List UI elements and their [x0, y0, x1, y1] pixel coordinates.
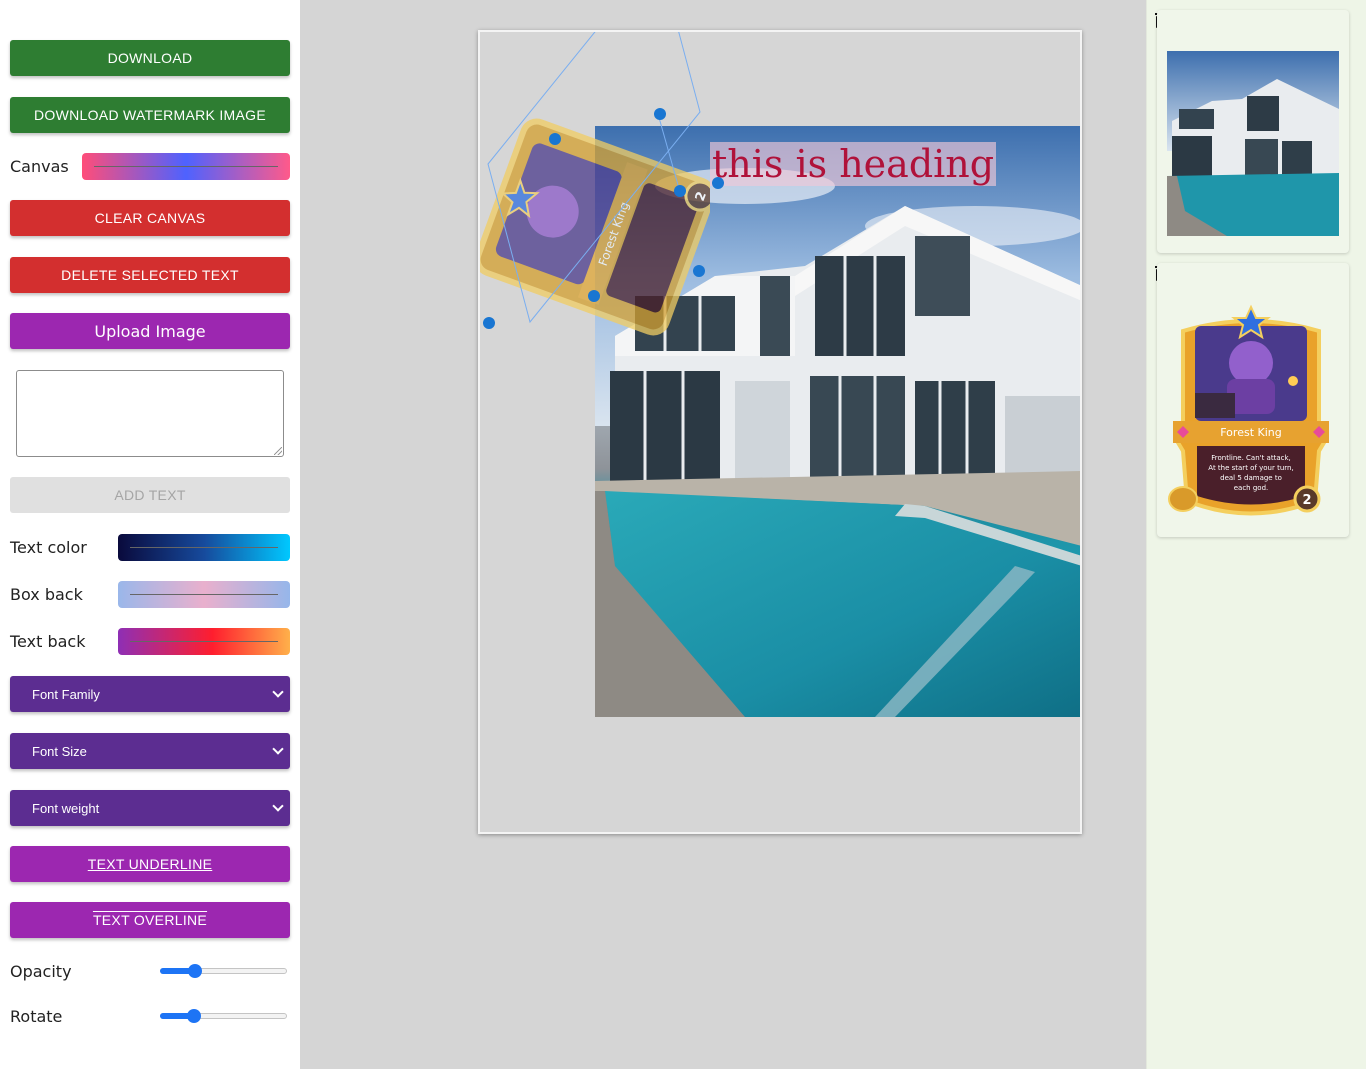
- library-item-house[interactable]: [1157, 10, 1349, 253]
- text-color-picker[interactable]: [118, 534, 290, 561]
- rotate-slider-thumb[interactable]: [187, 1009, 202, 1023]
- card-image-object[interactable]: Forest King 2: [480, 112, 716, 342]
- design-canvas[interactable]: this is heading Forest King 2: [478, 30, 1082, 834]
- text-underline-button[interactable]: TEXT UNDERLINE: [10, 846, 290, 882]
- selection-handle-bottom-right[interactable]: [693, 265, 705, 277]
- font-weight-select[interactable]: Font weight: [10, 790, 290, 826]
- heading-text-object[interactable]: this is heading: [710, 142, 997, 186]
- library-card-text-line-4: each god.: [1234, 484, 1269, 492]
- text-input[interactable]: [16, 370, 284, 457]
- text-back-label: Text back: [10, 632, 86, 651]
- library-card-text-line-1: Frontline. Can't attack,: [1211, 454, 1291, 462]
- image-library-panel: Forest King Frontline. Can't attack, At …: [1146, 0, 1366, 1069]
- font-family-select[interactable]: Font Family: [10, 676, 290, 712]
- download-button[interactable]: DOWNLOAD: [10, 40, 290, 76]
- chevron-down-icon: [272, 800, 284, 812]
- selection-handle-top-rotate[interactable]: [654, 108, 666, 120]
- opacity-slider-thumb[interactable]: [188, 964, 203, 978]
- selection-handle-top-left[interactable]: [549, 133, 561, 145]
- library-card-cost: 2: [1302, 493, 1311, 508]
- text-underline-label: TEXT UNDERLINE: [87, 856, 213, 872]
- control-sidebar: DOWNLOAD DOWNLOAD WATERMARK IMAGE Canvas…: [0, 0, 300, 1069]
- card-overlay-graphic: Forest King 2: [480, 118, 716, 336]
- clear-canvas-button[interactable]: CLEAR CANVAS: [10, 200, 290, 236]
- box-back-label: Box back: [10, 585, 83, 604]
- selection-handle-right-outer[interactable]: [712, 177, 724, 189]
- text-back-color-picker[interactable]: [118, 628, 290, 655]
- selection-handle-bottom-left[interactable]: [483, 317, 495, 329]
- delete-selected-text-button[interactable]: DELETE SELECTED TEXT: [10, 257, 290, 293]
- selection-handle-right[interactable]: [674, 185, 686, 197]
- library-card-text-line-2: At the start of your turn,: [1208, 464, 1293, 472]
- canvas-color-picker[interactable]: [82, 153, 290, 180]
- library-house-thumbnail: [1167, 51, 1339, 236]
- text-color-label: Text color: [10, 538, 87, 557]
- opacity-label: Opacity: [10, 962, 72, 981]
- library-card-title: Forest King: [1220, 426, 1281, 439]
- opacity-slider[interactable]: [160, 961, 287, 981]
- chevron-down-icon: [272, 686, 284, 698]
- upload-image-button[interactable]: Upload Image: [10, 313, 290, 349]
- library-card-thumbnail: Forest King Frontline. Can't attack, At …: [1168, 304, 1329, 516]
- text-overline-button[interactable]: TEXT OVERLINE: [10, 902, 290, 938]
- library-item-card[interactable]: Forest King Frontline. Can't attack, At …: [1157, 263, 1349, 537]
- download-watermark-button[interactable]: DOWNLOAD WATERMARK IMAGE: [10, 97, 290, 133]
- rotate-label: Rotate: [10, 1007, 63, 1026]
- resize-handle[interactable]: [274, 447, 282, 455]
- add-text-button[interactable]: ADD TEXT: [10, 477, 290, 513]
- rotate-slider[interactable]: [160, 1006, 287, 1026]
- box-back-color-picker[interactable]: [118, 581, 290, 608]
- font-size-select[interactable]: Font Size: [10, 733, 290, 769]
- library-card-text-line-3: deal 5 damage to: [1220, 474, 1282, 482]
- font-weight-select-value: Font weight: [32, 800, 100, 816]
- chevron-down-icon: [272, 743, 284, 755]
- font-family-select-value: Font Family: [32, 686, 100, 702]
- font-size-select-value: Font Size: [32, 743, 87, 759]
- selection-handle-bottom[interactable]: [588, 290, 600, 302]
- canvas-color-label: Canvas: [10, 157, 69, 176]
- text-overline-label: TEXT OVERLINE: [92, 912, 208, 928]
